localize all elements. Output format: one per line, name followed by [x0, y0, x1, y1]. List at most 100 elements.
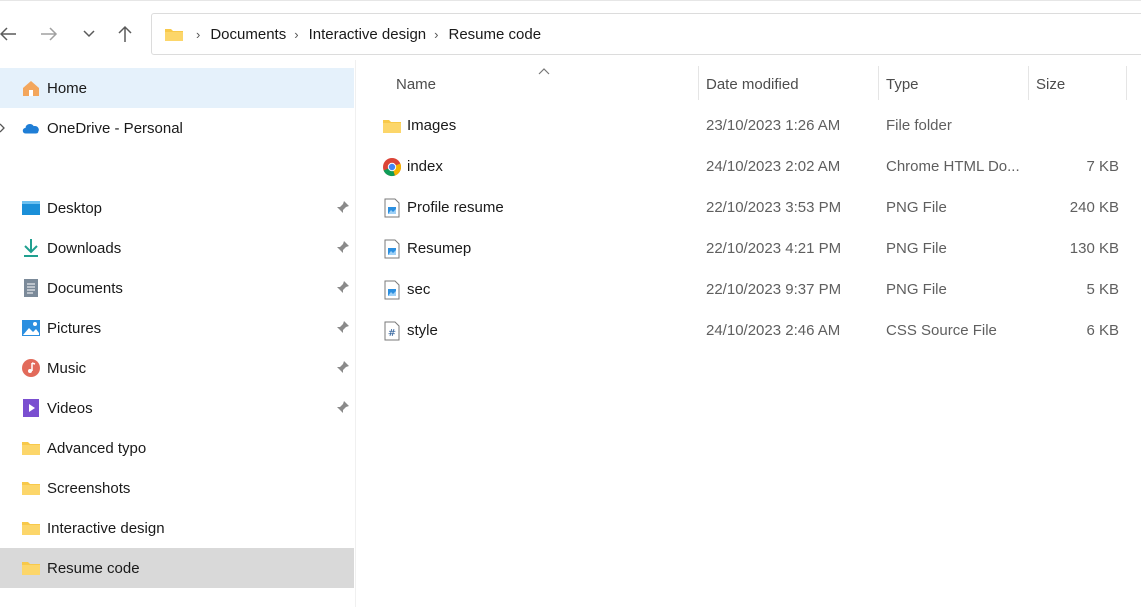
sidebar-item-videos[interactable]: Videos [0, 388, 354, 428]
breadcrumb-documents[interactable]: Documents [210, 26, 286, 43]
sidebar-item-desktop[interactable]: Desktop [0, 188, 354, 228]
sidebar-item-advanced-typo[interactable]: Advanced typo [0, 428, 354, 468]
address-bar[interactable]: › Documents › Interactive design › Resum… [151, 13, 1141, 55]
arrow-left-icon [0, 27, 16, 41]
file-name[interactable]: Images [407, 117, 456, 134]
sidebar-item-label: Downloads [47, 239, 122, 257]
sidebar-item-label: Music [47, 359, 87, 377]
column-divider[interactable] [1028, 66, 1029, 100]
sort-ascending-icon [538, 63, 550, 80]
sidebar-item-label: Videos [47, 399, 93, 417]
videos-icon [21, 398, 41, 418]
column-divider[interactable] [878, 66, 879, 100]
css-file-icon: # [382, 320, 402, 342]
file-size: 240 KB [1069, 199, 1119, 216]
png-file-icon [382, 279, 402, 301]
file-name[interactable]: index [407, 158, 443, 175]
file-name[interactable]: style [407, 322, 438, 339]
pin-icon[interactable] [336, 400, 350, 418]
breadcrumb-resume-code[interactable]: Resume code [448, 26, 541, 43]
sidebar-item-label: Home [47, 79, 88, 97]
file-size: 6 KB [1086, 322, 1119, 339]
column-header-date-modified[interactable]: Date modified [706, 76, 799, 93]
pin-icon[interactable] [336, 240, 350, 258]
column-header-size[interactable]: Size [1036, 76, 1065, 93]
file-date-modified: 24/10/2023 2:02 AM [706, 158, 841, 175]
pane-splitter[interactable] [355, 60, 356, 607]
breadcrumb-separator: › [196, 26, 201, 42]
breadcrumb-separator: › [434, 26, 439, 42]
back-button[interactable] [0, 22, 20, 46]
file-size: 130 KB [1069, 240, 1119, 257]
sidebar-item-label: Advanced typo [47, 439, 147, 457]
column-divider[interactable] [1126, 66, 1127, 100]
sidebar-item-interactive-design[interactable]: Interactive design [0, 508, 354, 548]
file-date-modified: 22/10/2023 4:21 PM [706, 240, 842, 257]
desktop-icon [21, 198, 41, 218]
sidebar-item-resume-code[interactable]: Resume code [0, 548, 354, 588]
up-button[interactable] [113, 22, 137, 46]
cloud-icon [21, 118, 41, 138]
file-date-modified: 24/10/2023 2:46 AM [706, 322, 841, 339]
breadcrumb-separator: › [294, 26, 299, 42]
forward-button[interactable] [37, 22, 61, 46]
pin-icon[interactable] [336, 360, 350, 378]
file-size: 7 KB [1086, 158, 1119, 175]
column-header: Name Date modified Type Size [380, 66, 1141, 104]
chevron-right-icon[interactable] [0, 121, 6, 138]
file-type: PNG File [886, 199, 947, 216]
column-header-name[interactable]: Name [396, 76, 436, 93]
sidebar-item-pictures[interactable]: Pictures [0, 308, 354, 348]
column-header-type[interactable]: Type [886, 76, 919, 93]
file-row[interactable]: Profile resume 22/10/2023 3:53 PM PNG Fi… [380, 188, 1141, 228]
navigation-pane: Home OneDrive - Personal Desktop Downloa… [0, 66, 354, 607]
breadcrumb-interactive-design[interactable]: Interactive design [309, 26, 427, 43]
pin-icon[interactable] [336, 200, 350, 218]
sidebar-item-home[interactable]: Home [0, 68, 354, 108]
home-icon [21, 78, 41, 98]
sidebar-item-label: OneDrive - Personal [47, 119, 183, 137]
documents-icon [21, 278, 41, 298]
file-name[interactable]: Profile resume [407, 199, 504, 216]
folder-icon [21, 478, 41, 498]
file-size: 5 KB [1086, 281, 1119, 298]
file-type: PNG File [886, 240, 947, 257]
sidebar-item-screenshots[interactable]: Screenshots [0, 468, 354, 508]
file-date-modified: 22/10/2023 9:37 PM [706, 281, 842, 298]
chevron-down-icon [83, 30, 95, 38]
sidebar-item-label: Desktop [47, 199, 103, 217]
sidebar-item-label: Resume code [47, 559, 140, 577]
arrow-up-icon [118, 25, 132, 42]
window-top-border [0, 0, 1141, 1]
sidebar-item-documents[interactable]: Documents [0, 268, 354, 308]
file-row[interactable]: # style 24/10/2023 2:46 AM CSS Source Fi… [380, 311, 1141, 351]
sidebar-item-music[interactable]: Music [0, 348, 354, 388]
sidebar-item-onedrive[interactable]: OneDrive - Personal [0, 108, 354, 148]
file-name[interactable]: Resumep [407, 240, 471, 257]
arrow-right-icon [41, 27, 58, 41]
folder-icon [21, 558, 41, 578]
file-row[interactable]: index 24/10/2023 2:02 AM Chrome HTML Do.… [380, 147, 1141, 187]
pictures-icon [21, 318, 41, 338]
file-type: Chrome HTML Do... [886, 158, 1020, 175]
png-file-icon [382, 197, 402, 219]
pin-icon[interactable] [336, 320, 350, 338]
file-date-modified: 22/10/2023 3:53 PM [706, 199, 842, 216]
folder-icon [21, 438, 41, 458]
png-file-icon [382, 238, 402, 260]
file-name[interactable]: sec [407, 281, 430, 298]
music-icon [21, 358, 41, 378]
file-row[interactable]: Images 23/10/2023 1:26 AM File folder [380, 106, 1141, 146]
folder-icon [164, 26, 184, 42]
svg-text:#: # [388, 328, 396, 339]
pin-icon[interactable] [336, 280, 350, 298]
sidebar-item-label: Documents [47, 279, 123, 297]
sidebar-item-label: Screenshots [47, 479, 131, 497]
column-divider[interactable] [698, 66, 699, 100]
file-row[interactable]: sec 22/10/2023 9:37 PM PNG File 5 KB [380, 270, 1141, 310]
recent-locations-button[interactable] [78, 22, 100, 46]
sidebar-item-label: Pictures [47, 319, 102, 337]
file-date-modified: 23/10/2023 1:26 AM [706, 117, 841, 134]
sidebar-item-downloads[interactable]: Downloads [0, 228, 354, 268]
file-row[interactable]: Resumep 22/10/2023 4:21 PM PNG File 130 … [380, 229, 1141, 269]
